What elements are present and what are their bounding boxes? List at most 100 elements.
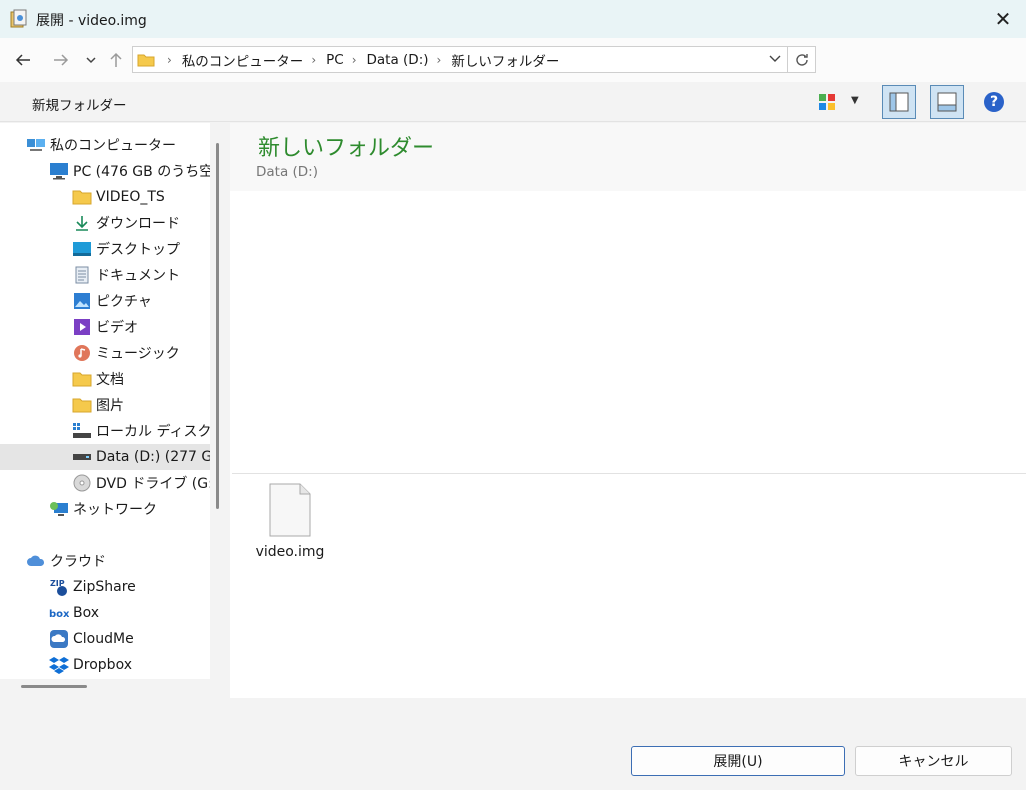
breadcrumb-separator-icon: › xyxy=(311,52,317,67)
nav-item-pictures[interactable]: ピクチャ xyxy=(72,288,152,314)
nav-item-label: Data (D:) (277 GB xyxy=(96,449,210,465)
nav-item-label: Dropbox xyxy=(73,657,132,673)
nav-item-cloudme[interactable]: CloudMe xyxy=(49,626,134,652)
recent-chevron-down-icon[interactable] xyxy=(79,48,103,72)
nav-item-label: クラウド xyxy=(50,554,106,570)
nav-item-desktop[interactable]: デスクトップ xyxy=(72,236,180,262)
network-icon xyxy=(49,499,69,519)
svg-text:box: box xyxy=(49,609,69,619)
breadcrumb-separator-icon: › xyxy=(167,52,172,67)
file-item[interactable]: video.img xyxy=(254,481,326,565)
nav-item-label: 私のコンピューター xyxy=(50,138,176,154)
nav-item-dropbox[interactable]: Dropbox xyxy=(49,652,132,678)
download-icon xyxy=(72,213,92,233)
breadcrumb: › 私のコンピューター › PC › Data (D:) › 新しいフォルダー xyxy=(159,50,559,70)
navigation-pane[interactable]: 私のコンピューター PC (476 GB のうち空き VIDEO_TS ダウンロ… xyxy=(0,123,210,679)
divider xyxy=(232,473,1026,474)
view-options-icon[interactable] xyxy=(818,93,836,111)
file-name: video.img xyxy=(255,544,325,560)
address-bar[interactable]: › 私のコンピューター › PC › Data (D:) › 新しいフォルダー xyxy=(132,46,788,73)
file-icon xyxy=(269,483,311,537)
nav-item-wendang[interactable]: 文档 xyxy=(72,366,124,392)
nav-horizontal-scrollbar[interactable] xyxy=(21,685,87,688)
document-icon xyxy=(72,265,92,285)
toolbar: 新規フォルダー ▼ ? xyxy=(0,82,1026,122)
breadcrumb-item-pc[interactable]: PC xyxy=(326,52,344,68)
app-icon xyxy=(10,9,27,28)
address-row: › 私のコンピューター › PC › Data (D:) › 新しいフォルダー xyxy=(0,38,1026,82)
nav-item-music[interactable]: ミュージック xyxy=(72,340,180,366)
nav-item-dvd-g[interactable]: DVD ドライブ (G:) I xyxy=(72,470,210,496)
nav-item-label: ネットワーク xyxy=(73,502,157,518)
cloud-icon xyxy=(26,551,46,571)
extract-button[interactable]: 展開(U) xyxy=(631,746,845,776)
view-dropdown-chevron-icon[interactable]: ▼ xyxy=(851,95,859,106)
dropbox-icon xyxy=(49,655,69,675)
nav-item-label: デスクトップ xyxy=(96,242,180,258)
nav-item-tupian[interactable]: 图片 xyxy=(72,392,124,418)
new-folder-button[interactable]: 新規フォルダー xyxy=(32,94,127,114)
help-icon[interactable]: ? xyxy=(984,92,1004,112)
local-disk-icon xyxy=(72,421,92,441)
address-dropdown-chevron-icon[interactable] xyxy=(767,51,783,67)
breadcrumb-item-my-computer[interactable]: 私のコンピューター xyxy=(182,50,304,70)
nav-item-data-d[interactable]: Data (D:) (277 GB xyxy=(0,444,210,470)
close-icon[interactable]: ✕ xyxy=(992,8,1014,30)
dvd-icon xyxy=(72,473,92,493)
breadcrumb-separator-icon: › xyxy=(436,52,442,67)
navigation-pane-toggle-icon[interactable] xyxy=(882,85,916,119)
details-pane-toggle-icon[interactable] xyxy=(930,85,964,119)
folder-icon xyxy=(72,395,92,415)
up-arrow-icon[interactable] xyxy=(104,48,128,72)
nav-item-label: ピクチャ xyxy=(96,294,152,310)
nav-item-zipshare[interactable]: ZIP ZipShare xyxy=(49,574,136,600)
cancel-button[interactable]: キャンセル xyxy=(855,746,1012,776)
refresh-icon[interactable] xyxy=(788,46,816,73)
monitor-icon xyxy=(49,161,69,181)
drive-icon xyxy=(72,447,92,467)
folder-location: Data (D:) xyxy=(256,164,319,180)
pictures-icon xyxy=(72,291,92,311)
breadcrumb-item-new-folder[interactable]: 新しいフォルダー xyxy=(451,50,559,70)
nav-item-pc[interactable]: PC (476 GB のうち空き xyxy=(49,158,210,184)
nav-item-label: ドキュメント xyxy=(96,268,180,284)
nav-item-video-ts[interactable]: VIDEO_TS xyxy=(72,184,165,210)
back-arrow-icon[interactable] xyxy=(11,48,35,72)
desktop-icon xyxy=(72,239,92,259)
nav-item-label: ローカル ディスク (C: xyxy=(96,424,210,440)
video-icon xyxy=(72,317,92,337)
nav-vertical-scrollbar[interactable] xyxy=(216,143,219,509)
folder-icon xyxy=(72,369,92,389)
nav-item-label: VIDEO_TS xyxy=(96,189,165,205)
nav-item-label: ビデオ xyxy=(96,320,138,336)
folder-title: 新しいフォルダー xyxy=(258,136,435,161)
forward-arrow-icon[interactable] xyxy=(49,48,73,72)
cloudme-icon xyxy=(49,629,69,649)
nav-item-my-computer[interactable]: 私のコンピューター xyxy=(26,132,176,158)
folder-header: 新しいフォルダー Data (D:) xyxy=(230,123,1026,191)
nav-item-label: CloudMe xyxy=(73,631,134,647)
music-icon xyxy=(72,343,92,363)
box-icon: box xyxy=(49,603,69,623)
nav-item-box[interactable]: box Box xyxy=(49,600,99,626)
nav-item-label: ミュージック xyxy=(96,346,180,362)
zipshare-icon: ZIP xyxy=(49,577,69,597)
nav-item-network[interactable]: ネットワーク xyxy=(49,496,157,522)
file-list-area[interactable]: 新しいフォルダー Data (D:) video.img xyxy=(230,123,1026,698)
nav-item-downloads[interactable]: ダウンロード xyxy=(72,210,180,236)
nav-item-local-disk-c[interactable]: ローカル ディスク (C: xyxy=(72,418,210,444)
folder-icon xyxy=(137,54,155,66)
nav-item-label: 文档 xyxy=(96,372,124,388)
breadcrumb-separator-icon: › xyxy=(351,52,357,67)
nav-item-label: Box xyxy=(73,605,100,621)
window-title: 展開 - video.img xyxy=(36,13,147,29)
nav-item-label: 图片 xyxy=(96,398,124,414)
title-bar: 展開 - video.img ✕ xyxy=(0,0,1026,38)
nav-item-videos[interactable]: ビデオ xyxy=(72,314,138,340)
nav-item-label: ダウンロード xyxy=(96,216,180,232)
nav-item-label: DVD ドライブ (G:) I xyxy=(96,476,210,492)
nav-item-cloud[interactable]: クラウド xyxy=(26,548,106,574)
breadcrumb-item-data-d[interactable]: Data (D:) xyxy=(367,52,429,68)
nav-item-documents[interactable]: ドキュメント xyxy=(72,262,180,288)
folder-icon xyxy=(72,187,92,207)
